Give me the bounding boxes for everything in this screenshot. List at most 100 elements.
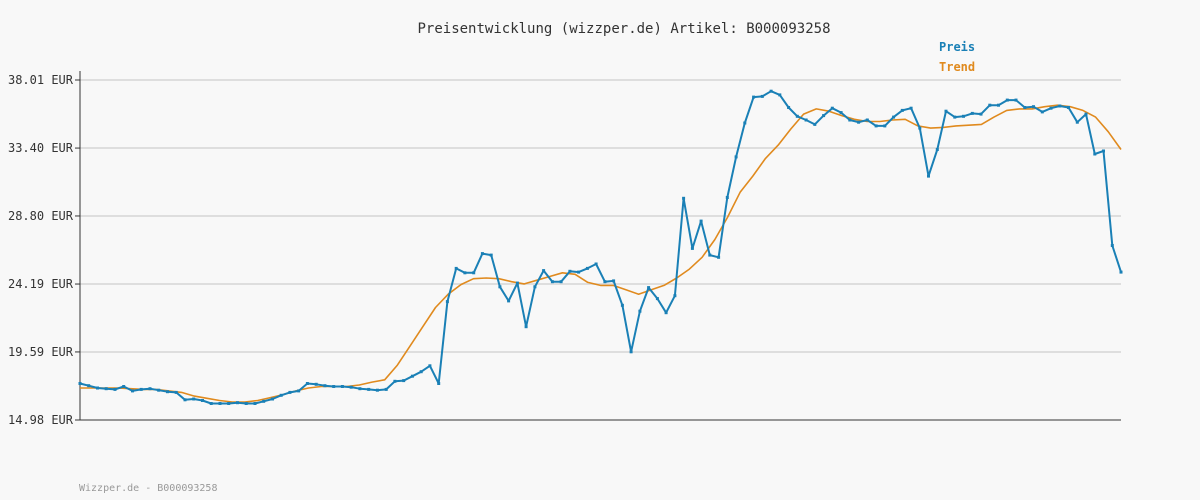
price-point xyxy=(524,325,528,329)
price-point xyxy=(918,126,922,130)
price-point xyxy=(122,385,126,388)
price-point xyxy=(638,309,642,313)
price-point xyxy=(743,121,747,125)
price-point xyxy=(489,253,493,257)
price-point xyxy=(673,294,677,298)
price-point xyxy=(1023,106,1027,109)
price-point xyxy=(935,148,939,151)
price-point xyxy=(209,402,213,405)
price-point xyxy=(559,280,563,284)
price-point xyxy=(332,385,336,388)
price-point xyxy=(568,269,572,273)
y-tick-label: 33.40 EUR xyxy=(8,141,74,155)
price-point xyxy=(139,387,143,391)
price-point xyxy=(419,370,423,374)
price-point xyxy=(183,398,187,402)
price-point xyxy=(253,402,257,405)
price-point xyxy=(113,387,117,391)
price-point xyxy=(236,401,239,405)
price-point xyxy=(393,379,397,383)
price-point xyxy=(1119,270,1123,274)
price-point xyxy=(349,385,353,389)
price-point xyxy=(699,219,703,223)
price-point xyxy=(454,266,458,270)
price-point xyxy=(603,280,607,284)
y-tick-label: 38.01 EUR xyxy=(8,73,74,87)
footer-text: Wizzper.de - B000093258 xyxy=(79,483,217,494)
price-point xyxy=(594,262,598,266)
price-point xyxy=(760,94,764,98)
price-point xyxy=(690,246,694,250)
y-tick-label: 28.80 EUR xyxy=(8,209,74,223)
price-point xyxy=(927,174,930,178)
price-point xyxy=(664,311,668,315)
price-point xyxy=(839,111,843,115)
price-point xyxy=(410,374,414,378)
price-point xyxy=(1040,110,1044,114)
price-point xyxy=(953,115,957,119)
y-tick-label: 19.59 EUR xyxy=(8,345,74,359)
price-point xyxy=(262,399,266,403)
price-point xyxy=(874,124,878,128)
price-point xyxy=(550,280,554,284)
y-tick-label: 14.98 EUR xyxy=(8,413,74,427)
grid xyxy=(75,79,1121,421)
price-point xyxy=(279,393,283,397)
legend-preis: Preis xyxy=(939,40,975,54)
price-point xyxy=(970,111,974,115)
price-point xyxy=(542,269,546,273)
price-point xyxy=(778,93,782,97)
price-point xyxy=(944,109,948,113)
price-point xyxy=(498,285,502,289)
price-point xyxy=(830,106,834,110)
price-point xyxy=(822,114,826,118)
price-point xyxy=(218,402,222,405)
price-point xyxy=(629,350,633,354)
series-line-preis xyxy=(79,90,1122,405)
price-point xyxy=(297,389,301,393)
price-point xyxy=(384,387,388,391)
price-point xyxy=(892,115,896,119)
price-point xyxy=(367,387,371,391)
price-point xyxy=(305,382,309,385)
price-point xyxy=(515,281,519,285)
price-point xyxy=(717,255,721,259)
price-point xyxy=(979,112,983,116)
price-point xyxy=(340,385,344,388)
price-point xyxy=(428,364,432,368)
price-point xyxy=(577,270,581,274)
price-point xyxy=(96,386,99,390)
price-point xyxy=(87,384,91,388)
series-line-trend xyxy=(80,104,1122,403)
price-point xyxy=(620,303,624,307)
price-point xyxy=(900,108,904,112)
price-point xyxy=(585,266,589,270)
price-point xyxy=(962,114,965,118)
price-point xyxy=(752,95,756,99)
price-point xyxy=(813,122,817,126)
price-point xyxy=(402,379,406,383)
price-point xyxy=(480,252,484,256)
price-point xyxy=(1014,98,1018,102)
price-point xyxy=(1058,104,1062,108)
price-chart: Preisentwicklung (wizzper.de) Artikel: B… xyxy=(8,21,1123,494)
price-point xyxy=(271,397,274,401)
price-point xyxy=(174,390,178,394)
price-point xyxy=(997,103,1000,107)
price-point xyxy=(682,196,686,200)
price-point xyxy=(192,397,196,401)
price-point xyxy=(857,120,861,124)
price-point xyxy=(244,402,248,405)
price-point xyxy=(1084,112,1088,116)
price-point xyxy=(1075,120,1079,124)
price-point xyxy=(708,253,712,257)
price-point xyxy=(883,124,887,128)
price-point xyxy=(1102,149,1105,153)
price-point xyxy=(78,382,82,385)
price-point xyxy=(1049,106,1053,110)
price-point xyxy=(437,382,441,385)
price-point xyxy=(647,286,651,290)
price-point xyxy=(1032,105,1035,109)
series xyxy=(78,89,1123,405)
price-point xyxy=(865,118,869,122)
